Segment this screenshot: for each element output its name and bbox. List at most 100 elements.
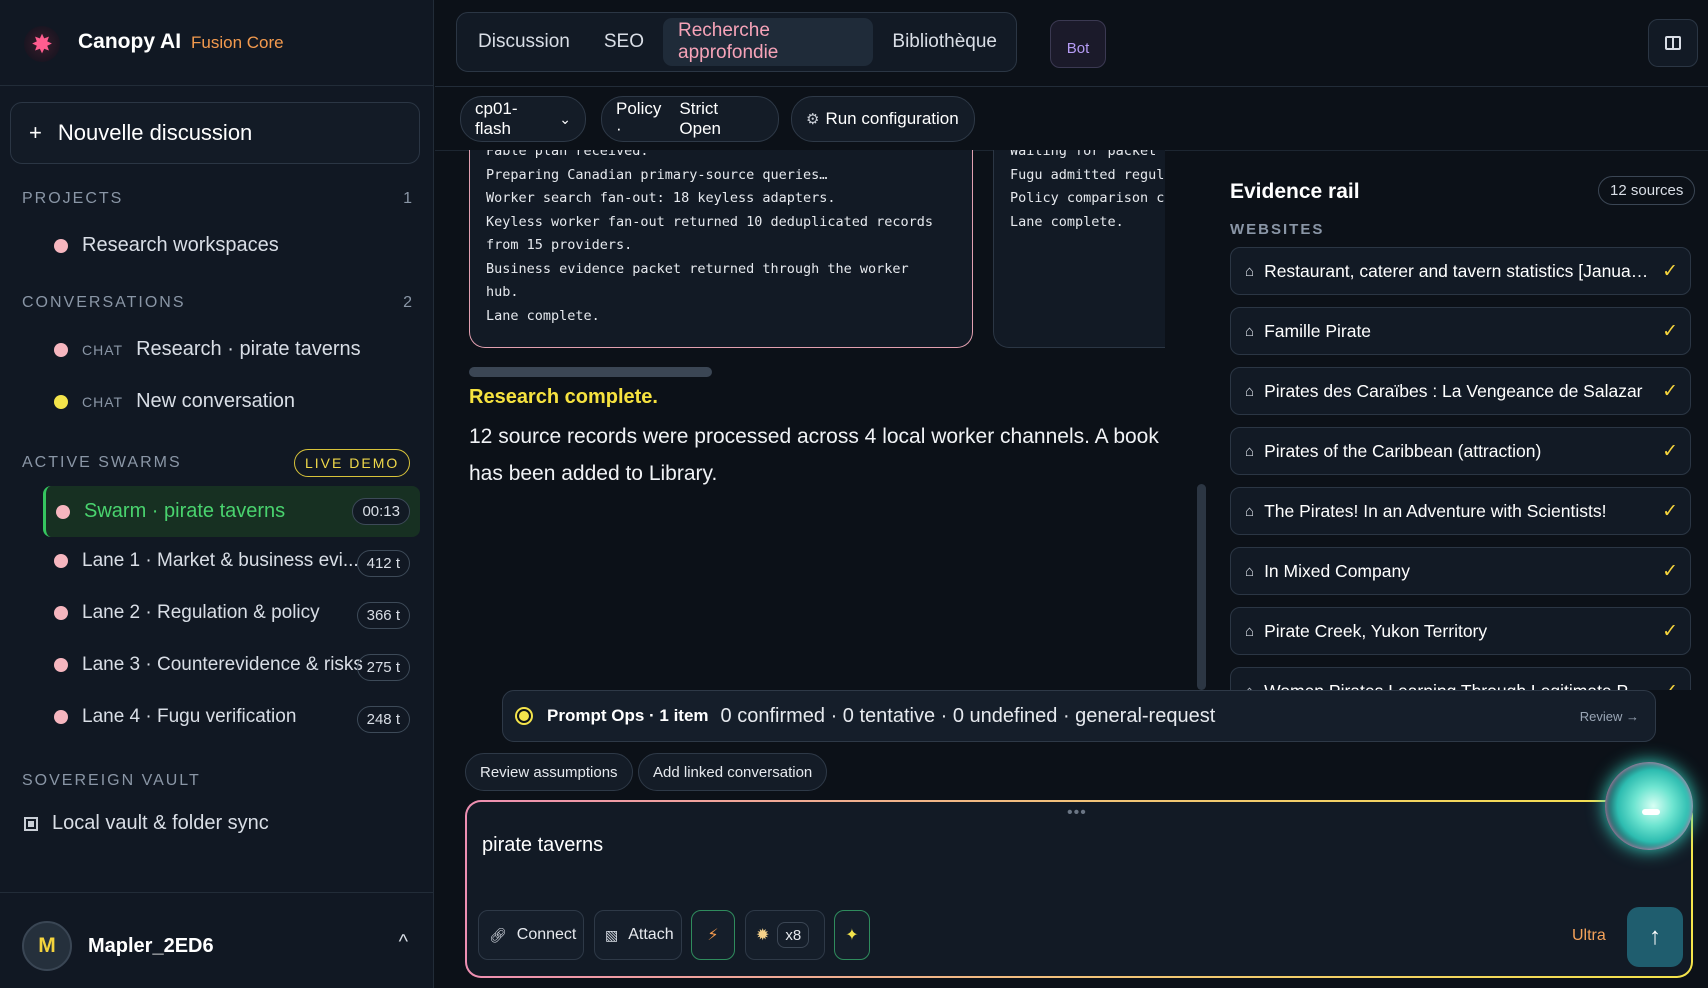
conversations-label: CONVERSATIONS <box>22 294 186 311</box>
source-item[interactable]: ⌂ Pirate Creek, Yukon Territory ✓ <box>1230 607 1691 655</box>
model-select[interactable]: cp01-flash ⌄ <box>460 96 586 142</box>
review-assumptions-button[interactable]: Review assumptions <box>465 753 633 791</box>
prompt-ops-title: Prompt Ops · 1 item <box>547 706 709 725</box>
send-button[interactable]: ↑ <box>1627 907 1683 967</box>
active-swarms-label: ACTIVE SWARMS <box>22 454 182 471</box>
prompt-ops-bar[interactable]: Prompt Ops · 1 item 0 confirmed · 0 tent… <box>502 690 1656 742</box>
status-dot <box>517 709 531 723</box>
brand-header: ✸ Canopy AI Fusion Core <box>0 0 434 86</box>
lane-item-1[interactable]: Lane 1 · Market & business evi... 412 t <box>54 550 410 577</box>
check-icon: ✓ <box>1662 560 1678 582</box>
conversation-title: New conversation <box>136 390 296 412</box>
log-line: Business evidence packet returned throug… <box>486 260 909 277</box>
source-title: Restaurant, caterer and tavern statistic… <box>1264 260 1655 281</box>
vault-icon <box>24 816 38 831</box>
vault-label: Local vault & folder sync <box>52 812 269 834</box>
projects-count: 1 <box>403 190 412 207</box>
home-icon: ⌂ <box>1245 683 1254 691</box>
active-swarms-header: ACTIVE SWARMS <box>22 454 202 472</box>
lane-item-2[interactable]: Lane 2 · Regulation & policy 366 t <box>54 602 410 629</box>
tab-discussion[interactable]: Discussion <box>463 18 585 66</box>
log-line: Fugu admitted regul <box>1010 166 1165 183</box>
sparkle-icon: ✦ <box>845 927 859 944</box>
toggle-panel-button[interactable] <box>1648 19 1698 67</box>
lane-title: Lane 2 · Regulation & policy <box>82 602 320 623</box>
evidence-rail: Evidence rail 12 sources WEBSITES ⌂ Rest… <box>1209 150 1708 690</box>
header-divider <box>435 86 1708 87</box>
home-icon: ⌂ <box>1245 322 1255 340</box>
status-dot <box>54 710 68 724</box>
source-title: Pirates of the Caribbean (attraction) <box>1264 440 1542 461</box>
sovereign-vault-header: SOVEREIGN VAULT <box>22 772 412 790</box>
log-line: Lane complete. <box>486 307 600 324</box>
attach-label: Attach <box>628 926 674 943</box>
swarm-count-button[interactable]: ✹ x8 <box>745 910 825 960</box>
source-title: In Mixed Company <box>1264 560 1410 581</box>
assistant-orb-icon[interactable] <box>1605 762 1693 850</box>
connect-button[interactable]: 🔗︎ Connect <box>478 910 584 960</box>
source-item[interactable]: ⌂ Restaurant, caterer and tavern statist… <box>1230 247 1691 295</box>
tab-deep-research[interactable]: Recherche approfondie <box>663 18 874 66</box>
boost-button[interactable]: ⚡︎ <box>691 910 735 960</box>
tab-seo[interactable]: SEO <box>589 18 659 66</box>
gear-icon: ⚙ <box>806 111 820 128</box>
model-label: cp01-flash <box>475 99 518 138</box>
check-icon: ✓ <box>1662 620 1678 642</box>
source-item[interactable]: ⌂ Women Pirates Learning Through Legitim… <box>1230 667 1691 690</box>
check-icon: ✓ <box>1662 440 1678 462</box>
source-item[interactable]: ⌂ Pirates des Caraïbes : La Vengeance de… <box>1230 367 1691 415</box>
projects-header: PROJECTS 1 <box>22 190 412 208</box>
log-line: hub. <box>486 284 519 300</box>
review-link[interactable]: Review → <box>1580 709 1639 724</box>
lane-log-card-2: Waiting for packet Fugu admitted regul P… <box>993 150 1165 348</box>
source-item[interactable]: ⌂ In Mixed Company ✓ <box>1230 547 1691 595</box>
lane-token-badge: 275 t <box>356 654 410 681</box>
swarm-item-active[interactable]: Swarm · pirate taverns 00:13 <box>43 486 420 537</box>
user-name: Mapler_2ED6 <box>88 935 214 957</box>
source-title: Pirates des Caraïbes : La Vengeance de S… <box>1264 380 1643 401</box>
lane-title: Lane 4 · Fugu verification <box>82 706 297 727</box>
add-linked-conversation-button[interactable]: Add linked conversation <box>638 753 828 791</box>
log-line: Preparing Canadian primary-source querie… <box>486 166 828 183</box>
link-icon: 🔗︎ <box>489 926 507 943</box>
source-item[interactable]: ⌂ Pirates of the Caribbean (attraction) … <box>1230 427 1691 475</box>
prompt-input[interactable]: pirate taverns <box>482 834 603 857</box>
mode-label[interactable]: Ultra <box>1572 927 1606 945</box>
swarm-title: Swarm · pirate taverns <box>84 500 286 522</box>
new-discussion-button[interactable]: + Nouvelle discussion <box>10 102 420 164</box>
lane-item-4[interactable]: Lane 4 · Fugu verification 248 t <box>54 706 410 733</box>
run-configuration-button[interactable]: ⚙ Run configuration <box>791 96 975 142</box>
resize-handle-icon[interactable]: ••• <box>1067 804 1087 822</box>
user-menu[interactable]: M Mapler_2ED6 ^ <box>0 892 434 988</box>
policy-chip[interactable]: Policy · Strict Open <box>601 96 779 142</box>
lane-item-3[interactable]: Lane 3 · Counterevidence & risks 275 t <box>54 654 410 681</box>
lightning-icon: ⚡︎ <box>707 927 719 944</box>
enhance-button[interactable]: ✦ <box>834 910 870 960</box>
status-dot <box>54 658 68 672</box>
bot-button[interactable]: Bot <box>1050 20 1106 68</box>
projects-label: PROJECTS <box>22 190 124 207</box>
attach-button[interactable]: ▧ Attach <box>594 910 682 960</box>
check-icon: ✓ <box>1662 320 1678 342</box>
project-label: Research workspaces <box>82 234 279 256</box>
swarm-multiplier: x8 <box>777 922 810 948</box>
new-discussion-label: Nouvelle discussion <box>57 120 253 145</box>
vertical-scrollbar[interactable] <box>1197 484 1206 690</box>
source-item[interactable]: ⌂ Famille Pirate ✓ <box>1230 307 1691 355</box>
home-icon: ⌂ <box>1245 622 1255 640</box>
conversation-item-research-pirate-taverns[interactable]: CHAT Research · pirate taverns <box>54 338 361 361</box>
conversation-item-new-conversation[interactable]: CHAT New conversation <box>54 390 295 413</box>
conversations-count: 2 <box>403 294 412 311</box>
prompt-ops-summary: 0 confirmed · 0 tentative · 0 undefined … <box>720 704 1216 727</box>
gear-icon: ✹ <box>756 927 770 944</box>
lane-title: Lane 1 · Market & business evi... <box>82 550 359 571</box>
project-item-research-workspaces[interactable]: Research workspaces <box>54 234 279 257</box>
log-line: Policy comparison c <box>1010 190 1165 206</box>
lane-token-badge: 248 t <box>356 706 410 733</box>
source-item[interactable]: ⌂ The Pirates! In an Adventure with Scie… <box>1230 487 1691 535</box>
tab-library[interactable]: Bibliothèque <box>877 18 1012 66</box>
composer: ••• pirate taverns 🔗︎ Connect ▧ Attach ⚡… <box>465 800 1693 978</box>
horizontal-scrollbar[interactable] <box>469 367 712 377</box>
plus-icon: + <box>29 120 42 145</box>
vault-item-local-sync[interactable]: Local vault & folder sync <box>24 812 269 835</box>
